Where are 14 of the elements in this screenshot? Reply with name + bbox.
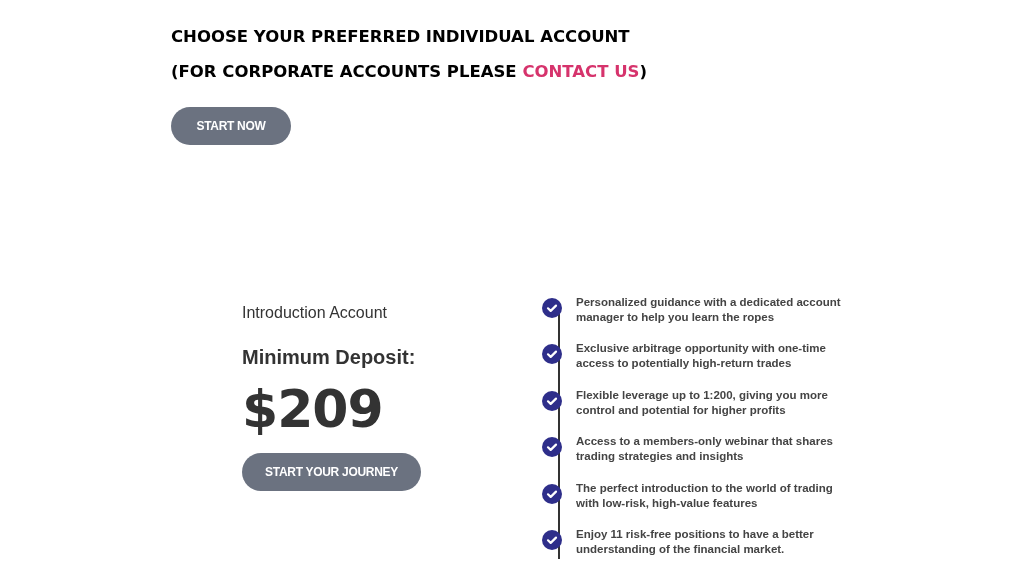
corporate-note: (FOR CORPORATE ACCOUNTS PLEASE CONTACT US) — [171, 61, 648, 83]
start-now-button[interactable]: START NOW — [171, 107, 291, 145]
deposit-amount: $209 — [242, 379, 384, 439]
feature-text: Exclusive arbitrage opportunity with one-time access to potentially high-return trades — [576, 341, 827, 372]
contact-link[interactable]: CONTACT US — [522, 62, 640, 81]
start-journey-button[interactable]: START YOUR JOURNEY — [242, 453, 421, 491]
feature-text: Personalized guidance with a dedicated account manager to help you learn the ropes — [576, 295, 842, 325]
feature-text: Flexible leverage up to 1:200, giving you more control and potential for higher profits — [576, 387, 829, 418]
feature-text: Access to a members-only webinar that shares trading strategies and insights — [576, 434, 834, 465]
deposit-label: Minimum Deposit: — [242, 345, 417, 369]
page-heading: CHOOSE YOUR PREFERRED INDIVIDUAL ACCOUNT — [171, 26, 631, 48]
feature-text: Enjoy 11 risk-free positions to have a better understanding of the financial market. — [576, 526, 815, 557]
account-name: Introduction Account — [242, 303, 388, 323]
feature-text: The perfect introduction to the world of trading with low-risk, high-value features — [576, 480, 834, 511]
